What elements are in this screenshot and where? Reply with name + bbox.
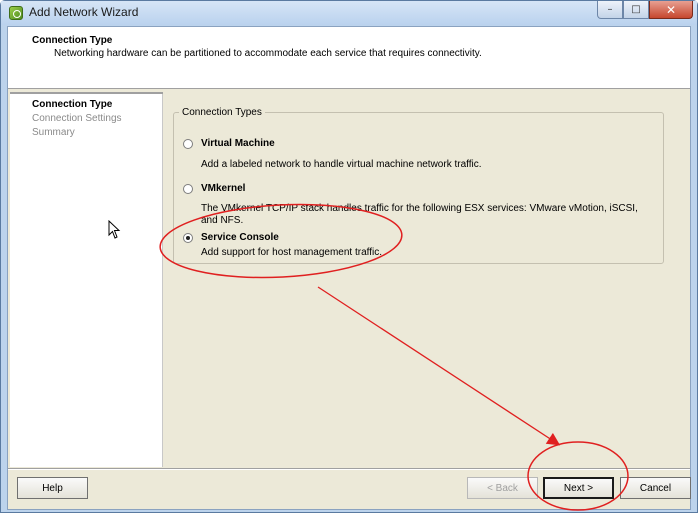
nav-step-connection-type[interactable]: Connection Type [32, 99, 112, 110]
radio-vmkernel[interactable] [183, 183, 193, 194]
connection-types-group: Connection Types Virtual Machine Add a l… [173, 107, 664, 264]
option-description: Add support for host management traffic. [201, 247, 383, 258]
option-virtual-machine[interactable]: Virtual Machine [183, 138, 275, 149]
radio-service-console[interactable] [183, 232, 193, 243]
option-description: The VMkernel TCP/IP stack handles traffi… [201, 203, 638, 226]
dialog-client: Connection Type Networking hardware can … [7, 26, 691, 510]
radio-virtual-machine[interactable] [183, 138, 193, 149]
back-button[interactable]: < Back [467, 477, 538, 499]
footer-divider-highlight [8, 469, 690, 470]
caption-buttons: – □ ✕ [597, 1, 693, 19]
nav-step-summary[interactable]: Summary [32, 127, 75, 138]
minimize-button[interactable]: – [597, 1, 623, 19]
window-title: Add Network Wizard [29, 5, 139, 19]
wizard-steps-nav: Connection Type Connection Settings Summ… [10, 92, 163, 467]
option-label[interactable]: Virtual Machine [201, 138, 275, 149]
vsphere-app-icon [9, 6, 23, 20]
close-button[interactable]: ✕ [649, 1, 693, 19]
option-service-console[interactable]: Service Console [183, 232, 279, 243]
help-button[interactable]: Help [17, 477, 88, 499]
cancel-button[interactable]: Cancel [620, 477, 691, 499]
wizard-header: Connection Type Networking hardware can … [8, 27, 690, 89]
title-bar[interactable]: Add Network Wizard – □ ✕ [1, 1, 697, 25]
option-vmkernel[interactable]: VMkernel [183, 183, 245, 194]
header-title: Connection Type [32, 35, 113, 46]
option-label[interactable]: Service Console [201, 232, 279, 243]
next-button[interactable]: Next > [543, 477, 614, 499]
mouse-cursor-icon [108, 220, 121, 239]
nav-step-connection-settings[interactable]: Connection Settings [32, 113, 122, 124]
option-description: Add a labeled network to handle virtual … [201, 159, 482, 170]
nav-divider [10, 92, 163, 94]
group-legend: Connection Types [182, 107, 262, 118]
option-label[interactable]: VMkernel [201, 183, 245, 194]
wizard-content: Connection Types Virtual Machine Add a l… [164, 92, 690, 467]
wizard-window: Add Network Wizard – □ ✕ Connection Type… [0, 0, 698, 513]
header-description: Networking hardware can be partitioned t… [54, 48, 482, 59]
maximize-button[interactable]: □ [623, 1, 649, 19]
